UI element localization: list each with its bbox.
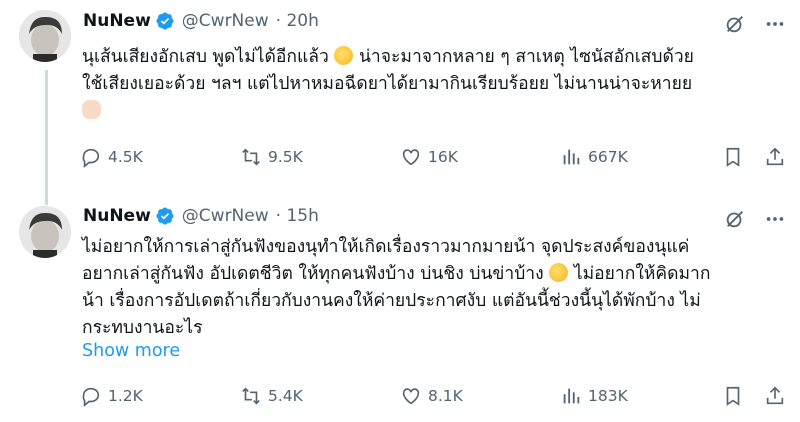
show-more-link[interactable]: Show more	[82, 341, 180, 361]
tweet-text-line: ใช้เสียงเยอะด้วย ฯลฯ แต่ไปหาหมอฉีดยาได้ย…	[82, 74, 693, 94]
tweet-text-line: กระทบงานอะไร	[82, 318, 203, 338]
retweet-button[interactable]: 9.5K	[240, 146, 303, 168]
reply-button[interactable]: 1.2K	[80, 385, 143, 407]
tweet-text-line: น่าจะมาจากหลาย ๆ สาเหตุ ไซนัสอักเสบด้วย	[353, 47, 694, 67]
retweet-count: 5.4K	[268, 387, 303, 405]
share-button[interactable]	[764, 146, 786, 168]
tweet-1[interactable]: NuNew @CwrNew · 20h นุเส้นเสียงอักเสบ พู…	[0, 0, 800, 205]
like-button[interactable]: 16K	[400, 146, 458, 168]
grok-icon[interactable]	[724, 208, 746, 230]
display-name[interactable]: NuNew	[83, 11, 151, 31]
avatar[interactable]	[19, 10, 71, 62]
verified-badge-icon	[155, 206, 175, 226]
share-icon	[764, 146, 786, 168]
tweet-2[interactable]: NuNew @CwrNew · 15h ไม่อยากให้การเล่าสู่…	[0, 200, 800, 422]
tweet-text-line: ไม่อยากให้การเล่าสู่กันฟังของนุทำให้เกิด…	[82, 237, 690, 257]
views-icon	[560, 146, 582, 168]
reply-count: 4.5K	[108, 148, 143, 166]
share-icon	[764, 385, 786, 407]
bookmark-button[interactable]	[722, 146, 744, 168]
verified-badge-icon	[155, 11, 175, 31]
timestamp[interactable]: · 15h	[276, 206, 319, 226]
more-options-icon[interactable]	[764, 208, 786, 230]
views-button[interactable]: 667K	[560, 146, 628, 168]
face-with-tears-of-joy-emoji-icon	[549, 263, 569, 282]
sweat-smile-emoji-icon	[334, 46, 354, 65]
bookmark-icon	[722, 385, 744, 407]
handle[interactable]: @CwrNew	[182, 11, 269, 31]
heart-icon	[400, 385, 422, 407]
retweet-button[interactable]: 5.4K	[240, 385, 303, 407]
reply-icon	[80, 146, 102, 168]
tweet-actions: 4.5K 9.5K 16K 667K	[80, 145, 788, 169]
tweet-text-line: นุเส้นเสียงอักเสบ พูดไม่ได้อีกแล้ว	[82, 47, 335, 67]
reply-icon	[80, 385, 102, 407]
like-count: 16K	[428, 148, 458, 166]
views-count: 667K	[588, 148, 628, 166]
share-button[interactable]	[764, 385, 786, 407]
like-count: 8.1K	[428, 387, 463, 405]
views-count: 183K	[588, 387, 628, 405]
grok-icon[interactable]	[724, 13, 746, 35]
views-button[interactable]: 183K	[560, 385, 628, 407]
tweet-header: NuNew @CwrNew · 20h	[83, 11, 319, 31]
thread-line	[45, 70, 48, 205]
like-button[interactable]: 8.1K	[400, 385, 463, 407]
timestamp[interactable]: · 20h	[276, 11, 319, 31]
retweet-icon	[240, 385, 262, 407]
avatar[interactable]	[19, 206, 71, 258]
reply-button[interactable]: 4.5K	[80, 146, 143, 168]
retweet-icon	[240, 146, 262, 168]
tweet-text: นุเส้นเสียงอักเสบ พูดไม่ได้อีกแล้ว น่าจะ…	[82, 44, 770, 125]
tweet-text-line: ไม่อยากให้คิดมาก	[568, 264, 711, 284]
retweet-count: 9.5K	[268, 148, 303, 166]
views-icon	[560, 385, 582, 407]
more-options-icon[interactable]	[764, 13, 786, 35]
tweet-header: NuNew @CwrNew · 15h	[83, 206, 319, 226]
flexed-biceps-emoji-icon	[82, 100, 101, 119]
tweet-text-line: อยากเล่าสู่กันฟัง อัปเดตชีวิต ให้ทุกคนฟั…	[82, 264, 550, 284]
handle[interactable]: @CwrNew	[182, 206, 269, 226]
bookmark-button[interactable]	[722, 385, 744, 407]
heart-icon	[400, 146, 422, 168]
tweet-actions: 1.2K 5.4K 8.1K 183K	[80, 384, 788, 408]
bookmark-icon	[722, 146, 744, 168]
tweet-text-line: น้า เรื่องการอัปเดตถ้าเกี่ยวกับงานคงให้ค…	[82, 291, 701, 311]
tweet-text: ไม่อยากให้การเล่าสู่กันฟังของนุทำให้เกิด…	[82, 234, 770, 342]
display-name[interactable]: NuNew	[83, 206, 151, 226]
reply-count: 1.2K	[108, 387, 143, 405]
